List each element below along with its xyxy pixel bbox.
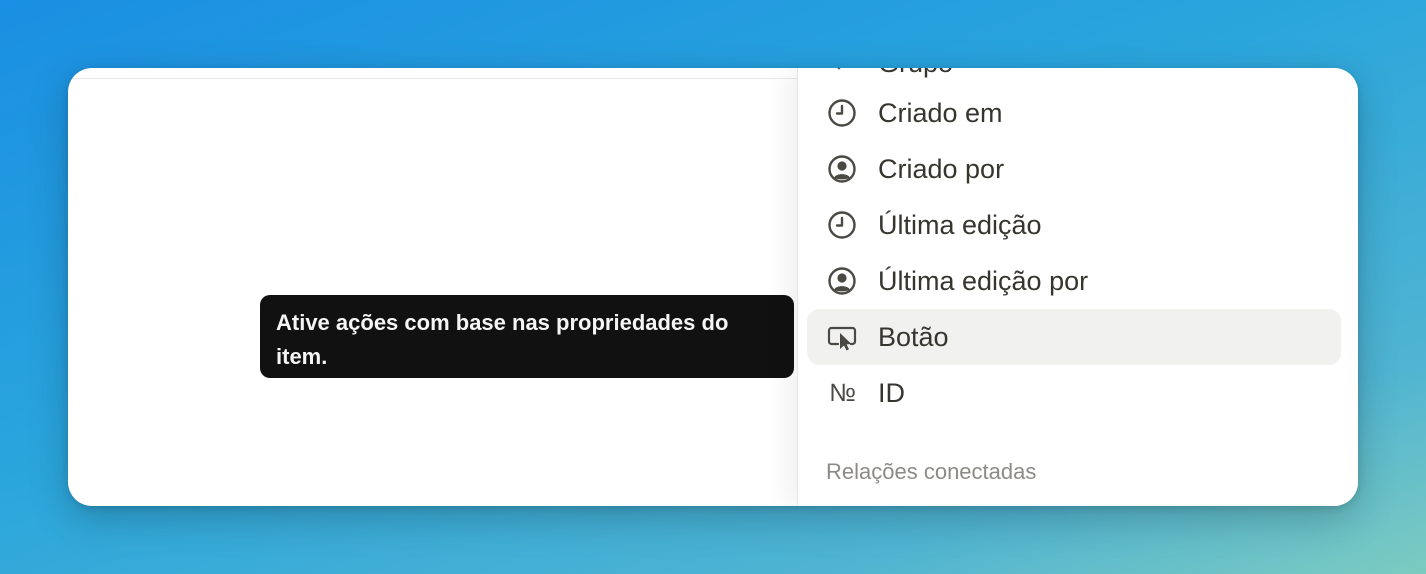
clock-icon (826, 97, 858, 129)
user-circle-icon (826, 265, 858, 297)
property-type-menu: Grupo Criado em Criado por (797, 68, 1358, 506)
user-circle-icon (826, 153, 858, 185)
menu-item-label: Última edição por (878, 265, 1089, 296)
menu-item-label: Criado por (878, 153, 1005, 184)
section-header: Relações conectadas (826, 459, 1037, 484)
partial-icon (826, 68, 858, 79)
tooltip-text: Ative ações com base nas propriedades do… (276, 310, 729, 369)
divider (68, 78, 798, 79)
menu-item-label: Botão (878, 321, 949, 352)
menu-item-id[interactable]: № ID (807, 365, 1341, 421)
menu-item-partial[interactable]: Grupo (826, 68, 953, 80)
tooltip: Ative ações com base nas propriedades do… (260, 295, 794, 378)
menu-item-label: Criado em (878, 97, 1003, 128)
cursor-click-icon (826, 321, 858, 353)
menu-item-last-edited-time[interactable]: Última edição (807, 197, 1341, 253)
menu-item-created-by[interactable]: Criado por (807, 141, 1341, 197)
menu-item-label: ID (878, 377, 905, 408)
app-window: Ative ações com base nas propriedades do… (68, 68, 1358, 506)
menu-item-last-edited-by[interactable]: Última edição por (807, 253, 1341, 309)
menu-item-button[interactable]: Botão (807, 309, 1341, 365)
menu-item-created-time[interactable]: Criado em (807, 85, 1341, 141)
menu-item-label: Grupo (878, 68, 953, 79)
menu-item-label: Última edição (878, 209, 1042, 240)
numero-icon: № (829, 378, 856, 407)
clock-icon (826, 209, 858, 241)
